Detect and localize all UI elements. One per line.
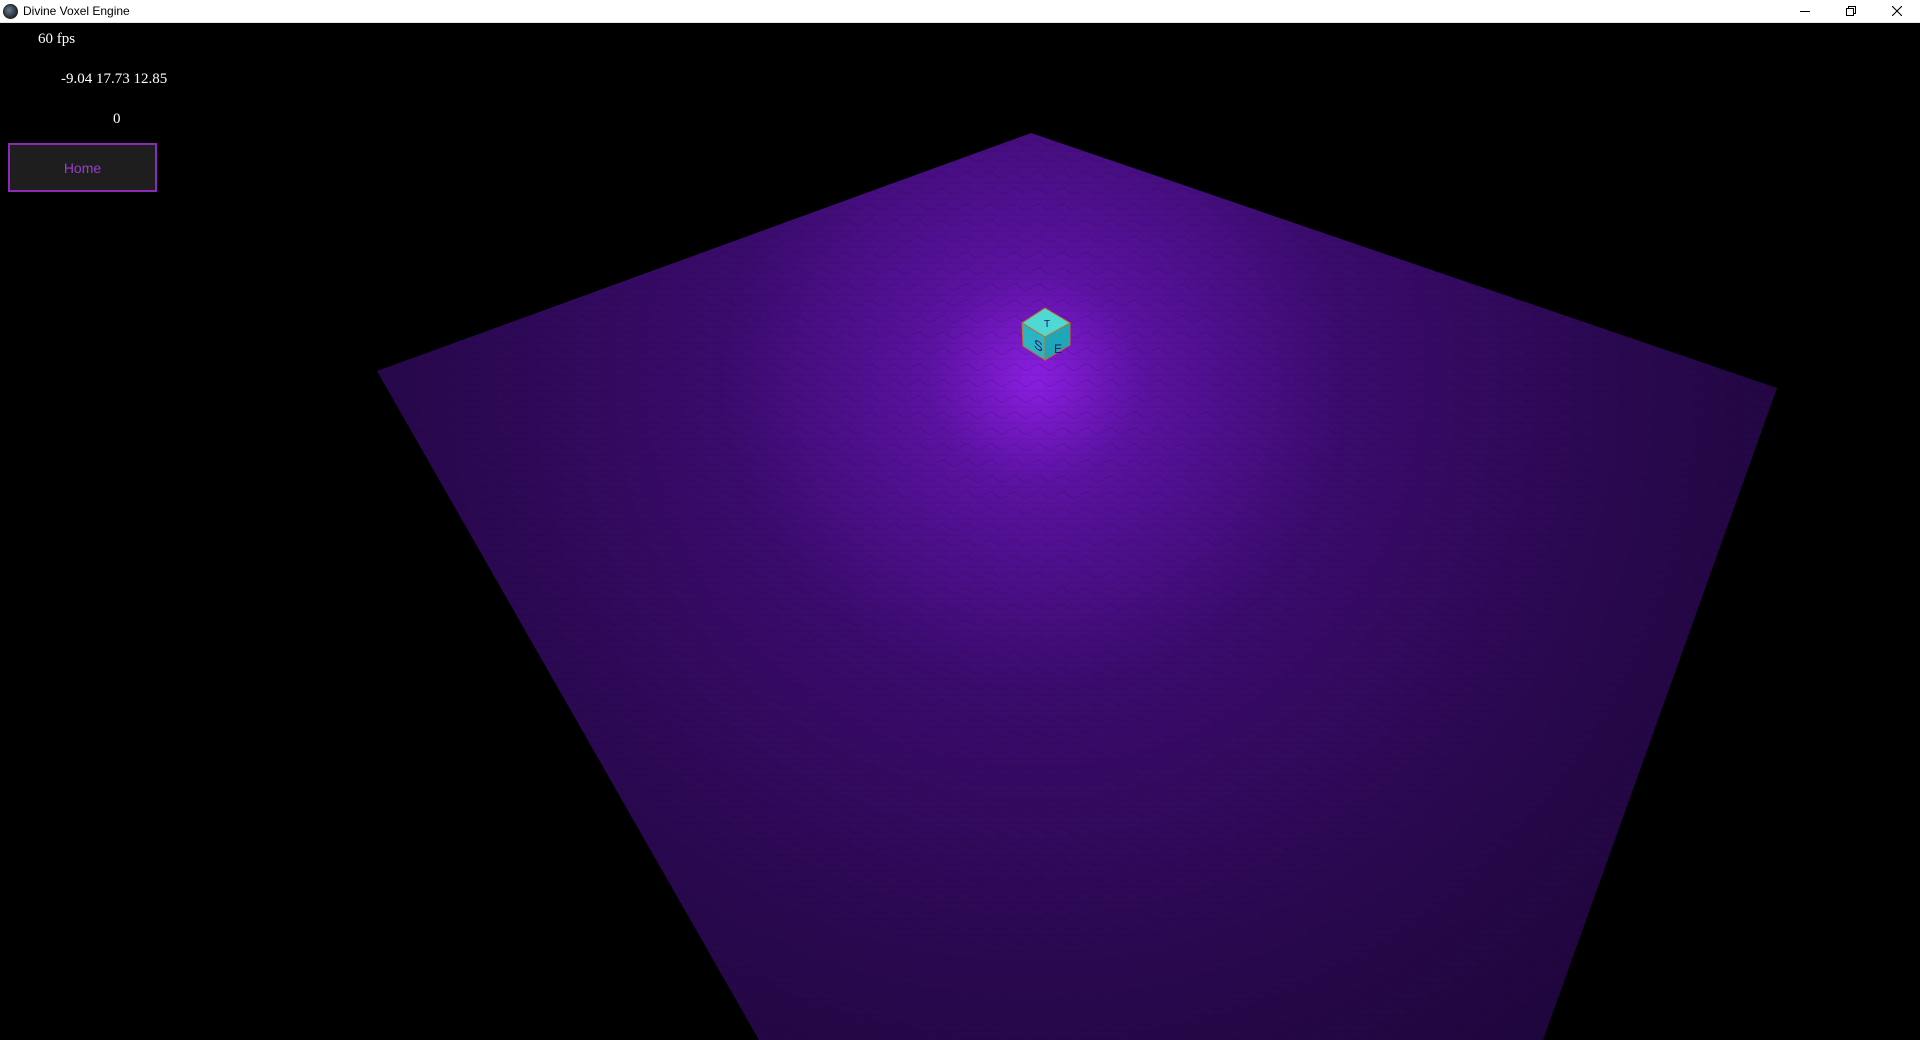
minimize-icon <box>1800 11 1810 12</box>
close-button[interactable] <box>1874 0 1920 22</box>
window-controls <box>1782 0 1920 22</box>
render-canvas[interactable]: S E T <box>0 23 1920 1040</box>
ground-texture <box>377 133 1777 1040</box>
minimize-button[interactable] <box>1782 0 1828 22</box>
app-window: Divine Voxel Engine S E T 60 fps -9.04 1… <box>0 0 1920 1040</box>
close-icon <box>1892 6 1902 16</box>
window-title: Divine Voxel Engine <box>23 4 130 18</box>
hud-overlay: 60 fps -9.04 17.73 12.85 0 Home <box>0 23 200 203</box>
title-bar[interactable]: Divine Voxel Engine <box>0 0 1920 23</box>
svg-text:E: E <box>1054 342 1062 356</box>
restore-button[interactable] <box>1828 0 1874 22</box>
fps-counter: 60 fps <box>38 31 76 47</box>
home-button[interactable]: Home <box>8 143 157 192</box>
app-logo-icon <box>3 3 18 19</box>
restore-icon <box>1846 6 1856 16</box>
svg-text:T: T <box>1044 319 1050 330</box>
value-counter: 0 <box>113 111 121 127</box>
camera-position: -9.04 17.73 12.85 <box>61 71 168 87</box>
voxel-scene: S E T <box>377 133 1777 1040</box>
